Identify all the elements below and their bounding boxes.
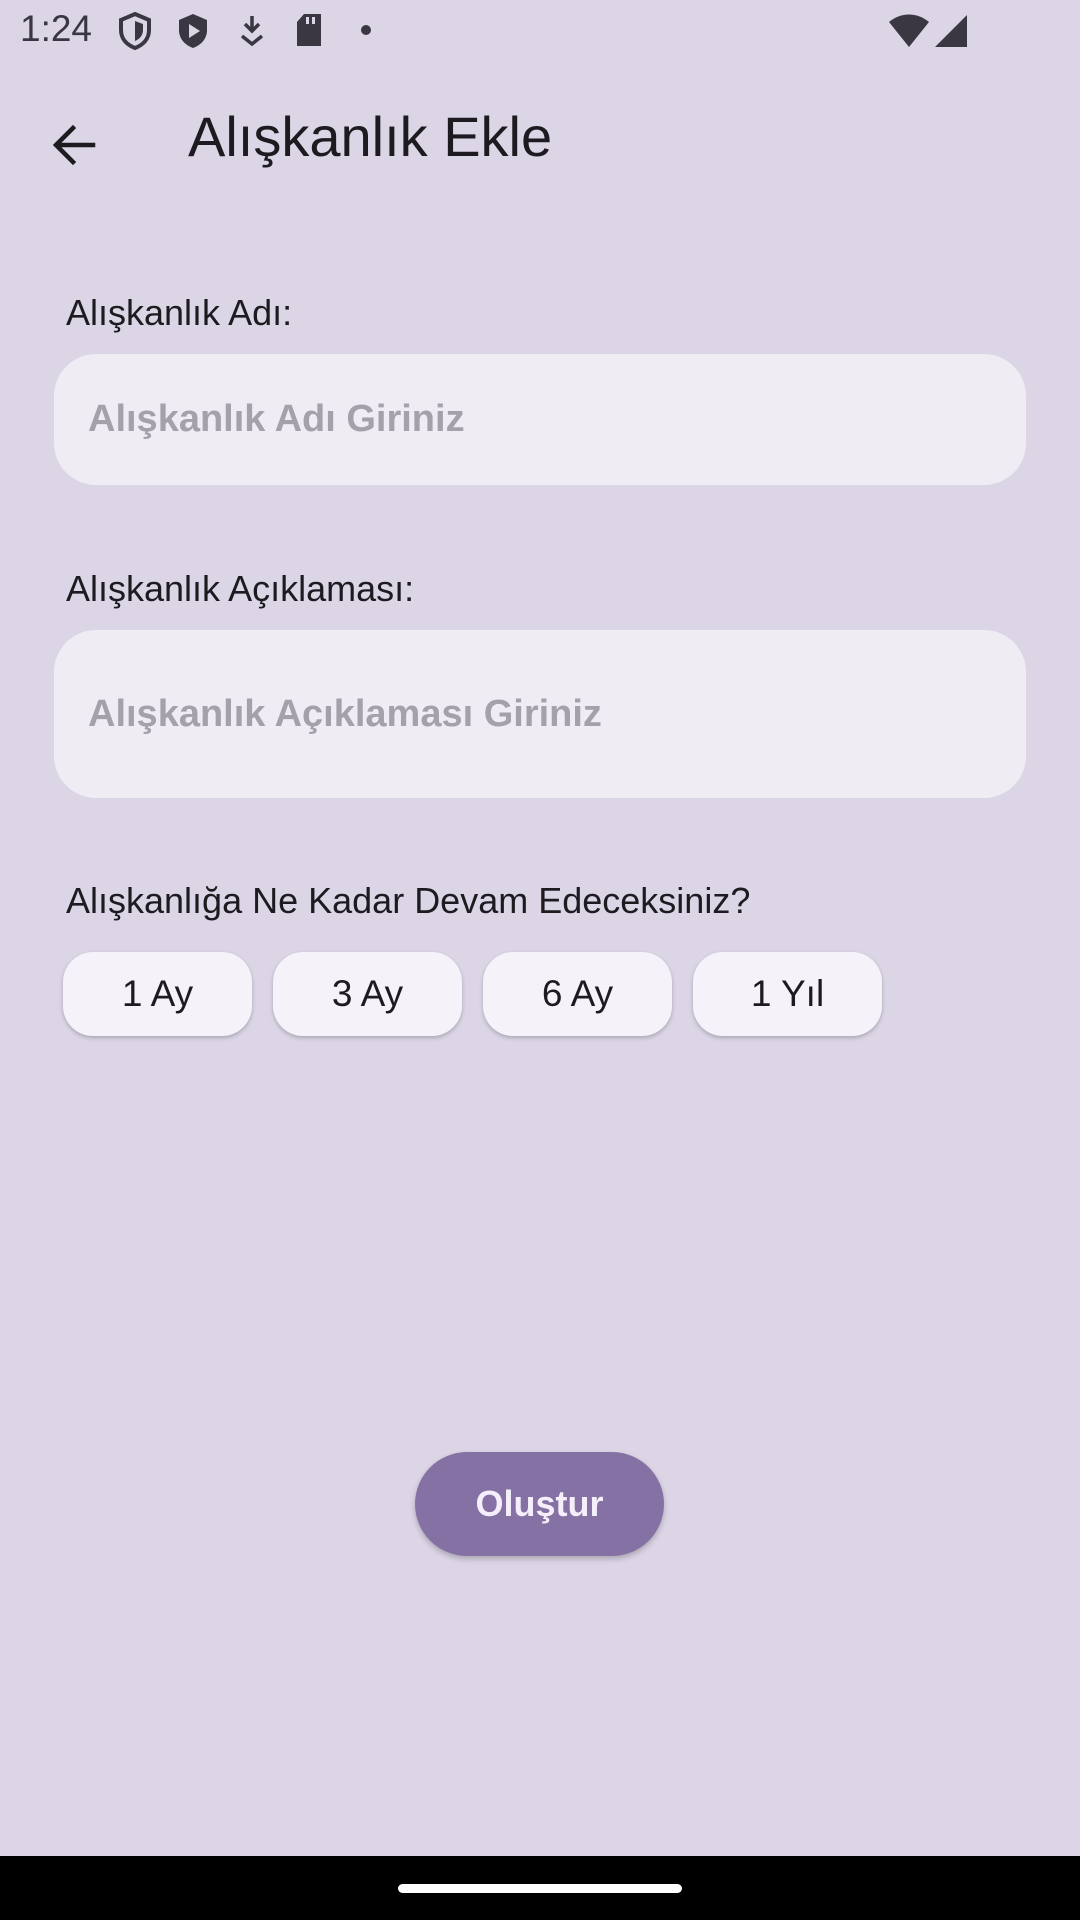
sd-card-icon [297, 14, 321, 46]
download-icon [240, 16, 264, 47]
habit-description-field[interactable] [54, 630, 1026, 798]
play-protect-icon [179, 14, 207, 48]
duration-option-1-month[interactable]: 1 Ay [63, 952, 252, 1036]
home-indicator[interactable] [398, 1884, 682, 1893]
status-bar: 1:24 [0, 0, 1080, 64]
arrow-back-icon [52, 124, 96, 166]
duration-option-3-months[interactable]: 3 Ay [273, 952, 462, 1036]
habit-description-label: Alışkanlık Açıklaması: [66, 568, 415, 609]
signal-icon [935, 15, 967, 47]
habit-name-input[interactable] [86, 397, 994, 442]
duration-option-6-months[interactable]: 6 Ay [483, 952, 672, 1036]
wifi-icon [889, 14, 929, 47]
dot-icon [361, 25, 371, 35]
duration-question: Alışkanlığa Ne Kadar Devam Edeceksiniz? [66, 880, 751, 921]
habit-name-field[interactable] [54, 354, 1026, 485]
page-title: Alışkanlık Ekle [188, 105, 553, 168]
back-button[interactable] [30, 102, 116, 188]
app-bar: Alışkanlık Ekle [0, 64, 1080, 204]
navigation-bar [0, 1856, 1080, 1920]
duration-options: 1 Ay 3 Ay 6 Ay 1 Yıl [63, 952, 882, 1036]
create-button[interactable]: Oluştur [415, 1452, 664, 1556]
duration-option-1-year[interactable]: 1 Yıl [693, 952, 882, 1036]
shield-icon [119, 12, 151, 50]
habit-name-label: Alışkanlık Adı: [66, 292, 293, 333]
habit-description-input[interactable] [86, 691, 994, 737]
status-time: 1:24 [20, 8, 93, 49]
